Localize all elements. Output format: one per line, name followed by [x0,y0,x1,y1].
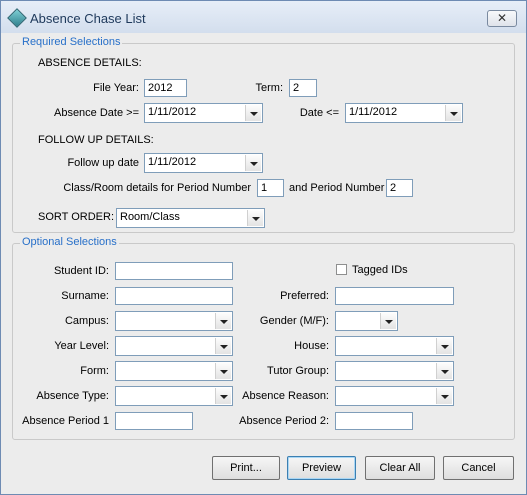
absence-date-label: Absence Date >= [53,107,139,119]
chevron-down-icon[interactable] [445,105,461,121]
chevron-down-icon[interactable] [245,155,261,171]
preferred-label: Preferred: [280,290,329,302]
absence-date-value: 1/11/2012 [148,106,197,118]
preferred-input[interactable] [335,287,454,305]
required-selections-title: Required Selections [20,36,123,48]
gender-dropdown[interactable] [335,311,398,331]
chevron-down-icon[interactable] [380,313,396,329]
campus-dropdown[interactable] [115,311,233,331]
absence-period2-label: Absence Period 2: [239,415,329,427]
absence-details-heading: ABSENCE DETAILS: [38,57,142,69]
absence-type-dropdown[interactable] [115,386,233,406]
form-label: Form: [80,365,109,377]
chevron-down-icon[interactable] [215,338,231,354]
tutor-group-dropdown[interactable] [335,361,454,381]
absence-reason-dropdown[interactable] [335,386,454,406]
absence-chase-window: Absence Chase List ✕ Required Selections… [0,0,527,495]
cancel-button[interactable]: Cancel [443,456,514,480]
absence-type-label: Absence Type: [36,390,109,402]
surname-input[interactable] [115,287,233,305]
preview-button[interactable]: Preview [287,456,356,480]
follow-up-date-dropdown[interactable]: 1/11/2012 [144,153,263,173]
optional-selections-title: Optional Selections [20,236,119,248]
absence-reason-label: Absence Reason: [242,390,329,402]
and-period-number-input[interactable]: 2 [386,179,413,197]
tagged-ids-label: Tagged IDs [352,264,408,276]
chevron-down-icon[interactable] [245,105,261,121]
chevron-down-icon[interactable] [436,363,452,379]
app-diamond-icon [7,8,27,28]
chevron-down-icon[interactable] [247,210,263,226]
and-period-number-label: and Period Number [289,182,385,194]
close-button[interactable]: ✕ [487,10,517,27]
window-title: Absence Chase List [30,11,146,26]
student-id-label: Student ID: [53,265,109,277]
chevron-down-icon[interactable] [215,388,231,404]
file-year-input[interactable]: 2012 [144,79,187,97]
period-number-label: Class/Room details for Period Number [63,182,251,194]
house-label: House: [294,340,329,352]
year-level-label: Year Level: [54,340,109,352]
term-input[interactable]: 2 [289,79,317,97]
house-dropdown[interactable] [335,336,454,356]
campus-label: Campus: [64,315,109,327]
year-level-dropdown[interactable] [115,336,233,356]
clear-all-button[interactable]: Clear All [365,456,435,480]
sort-order-value: Room/Class [120,211,180,223]
term-label: Term: [255,82,284,94]
absence-period1-label: Absence Period 1 [22,415,109,427]
chevron-down-icon[interactable] [215,313,231,329]
follow-up-date-value: 1/11/2012 [148,156,197,168]
absence-date-dropdown[interactable]: 1/11/2012 [144,103,263,123]
absence-period2-input[interactable] [335,412,413,430]
period-number-input[interactable]: 1 [257,179,284,197]
sort-order-dropdown[interactable]: Room/Class [116,208,265,228]
follow-up-date-label: Follow up date [67,157,139,169]
title-bar: Absence Chase List ✕ [1,1,526,33]
date-le-value: 1/11/2012 [349,106,398,118]
student-id-input[interactable] [115,262,233,280]
sort-order-label: SORT ORDER: [38,211,114,223]
chevron-down-icon[interactable] [215,363,231,379]
absence-period1-input[interactable] [115,412,193,430]
date-le-dropdown[interactable]: 1/11/2012 [345,103,463,123]
print-button[interactable]: Print... [212,456,280,480]
chevron-down-icon[interactable] [436,388,452,404]
tutor-group-label: Tutor Group: [267,365,329,377]
file-year-label: File Year: [93,82,139,94]
gender-label: Gender (M/F): [259,315,329,327]
surname-label: Surname: [61,290,109,302]
form-dropdown[interactable] [115,361,233,381]
chevron-down-icon[interactable] [436,338,452,354]
tagged-ids-checkbox[interactable] [336,264,347,275]
date-le-label: Date <= [299,107,339,119]
follow-up-heading: FOLLOW UP DETAILS: [38,134,154,146]
